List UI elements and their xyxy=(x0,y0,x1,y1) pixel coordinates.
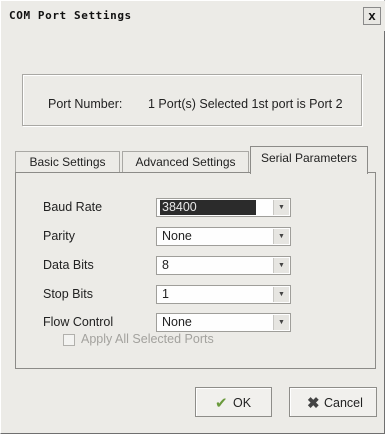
parity-label: Parity xyxy=(43,229,75,243)
port-number-label: Port Number: xyxy=(48,97,123,111)
close-icon: x xyxy=(368,8,376,23)
cancel-button[interactable]: ✖ Cancel xyxy=(289,387,377,417)
data-bits-value: 8 xyxy=(162,258,169,272)
tab-label: Serial Parameters xyxy=(260,151,358,165)
stop-bits-select[interactable]: 1 ▼ xyxy=(156,285,291,304)
cancel-label: Cancel xyxy=(324,396,363,410)
title-bar[interactable]: COM Port Settings x xyxy=(1,1,385,31)
tab-basic-settings[interactable]: Basic Settings xyxy=(15,151,120,173)
ok-button[interactable]: ✔ OK xyxy=(195,387,272,417)
check-icon: ✔ xyxy=(215,395,228,412)
x-icon: ✖ xyxy=(307,395,320,412)
tab-label: Basic Settings xyxy=(29,155,106,169)
chevron-down-icon[interactable]: ▼ xyxy=(273,315,289,330)
ok-label: OK xyxy=(233,396,252,410)
port-number-value: 1 Port(s) Selected 1st port is Port 2 xyxy=(148,97,343,111)
parity-select[interactable]: None ▼ xyxy=(156,227,291,246)
tab-advanced-settings[interactable]: Advanced Settings xyxy=(122,151,249,173)
tab-label: Advanced Settings xyxy=(135,155,236,169)
stop-bits-label: Stop Bits xyxy=(43,287,94,301)
apply-all-checkbox[interactable] xyxy=(63,334,75,346)
flow-control-label: Flow Control xyxy=(43,315,114,329)
port-number-group: Port Number: 1 Port(s) Selected 1st port… xyxy=(22,74,362,126)
tab-serial-parameters[interactable]: Serial Parameters xyxy=(250,146,368,174)
chevron-down-icon[interactable]: ▼ xyxy=(273,200,289,215)
chevron-down-icon[interactable]: ▼ xyxy=(273,287,289,302)
chevron-down-icon[interactable]: ▼ xyxy=(273,229,289,244)
baud-rate-value: 38400 xyxy=(160,200,256,215)
flow-control-select[interactable]: None ▼ xyxy=(156,313,291,332)
baud-rate-select[interactable]: 38400 ▼ xyxy=(156,198,291,217)
window-title: COM Port Settings xyxy=(9,9,132,22)
flow-control-value: None xyxy=(162,315,192,329)
data-bits-select[interactable]: 8 ▼ xyxy=(156,256,291,275)
data-bits-label: Data Bits xyxy=(43,258,94,272)
com-port-settings-dialog: COM Port Settings x Port Number: 1 Port(… xyxy=(0,0,385,434)
parity-value: None xyxy=(162,229,192,243)
close-button[interactable]: x xyxy=(363,7,381,25)
chevron-down-icon[interactable]: ▼ xyxy=(273,258,289,273)
apply-all-label: Apply All Selected Ports xyxy=(81,332,214,346)
baud-rate-label: Baud Rate xyxy=(43,200,103,214)
stop-bits-value: 1 xyxy=(162,287,169,301)
